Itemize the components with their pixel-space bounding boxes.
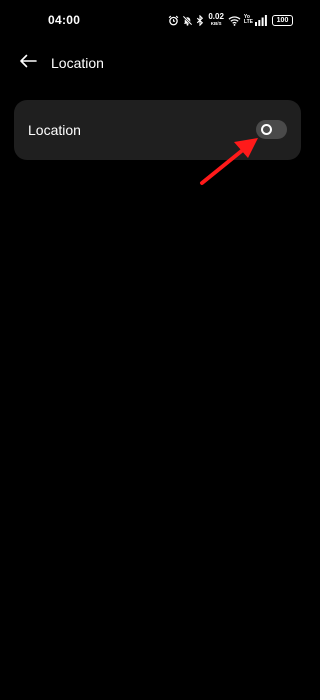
toggle-knob bbox=[261, 124, 272, 135]
network-speed: 0.02 KB/S bbox=[208, 13, 224, 27]
wifi-icon bbox=[228, 15, 241, 26]
location-setting-label: Location bbox=[28, 122, 81, 138]
location-setting-row[interactable]: Location bbox=[14, 100, 301, 160]
page-title: Location bbox=[51, 55, 104, 71]
battery-icon: 100 bbox=[272, 14, 293, 26]
location-toggle[interactable] bbox=[256, 120, 287, 139]
status-icons: 0.02 KB/S Yo LTE 100 bbox=[168, 12, 293, 28]
bluetooth-icon bbox=[196, 14, 204, 26]
mute-bell-icon bbox=[182, 15, 193, 26]
app-header: Location bbox=[0, 44, 315, 82]
arrow-left-icon bbox=[19, 54, 37, 73]
status-bar: 04:00 0.02 KB/S Yo LTE 100 bbox=[0, 0, 315, 40]
alarm-icon bbox=[168, 15, 179, 26]
signal-icon bbox=[255, 14, 267, 26]
volte-line2: LTE bbox=[243, 19, 253, 25]
volte-indicator: Yo LTE bbox=[243, 14, 253, 26]
back-button[interactable] bbox=[14, 51, 42, 75]
network-speed-value: 0.02 bbox=[208, 12, 224, 22]
status-time: 04:00 bbox=[48, 13, 81, 27]
network-speed-unit: KB/S bbox=[210, 21, 222, 27]
